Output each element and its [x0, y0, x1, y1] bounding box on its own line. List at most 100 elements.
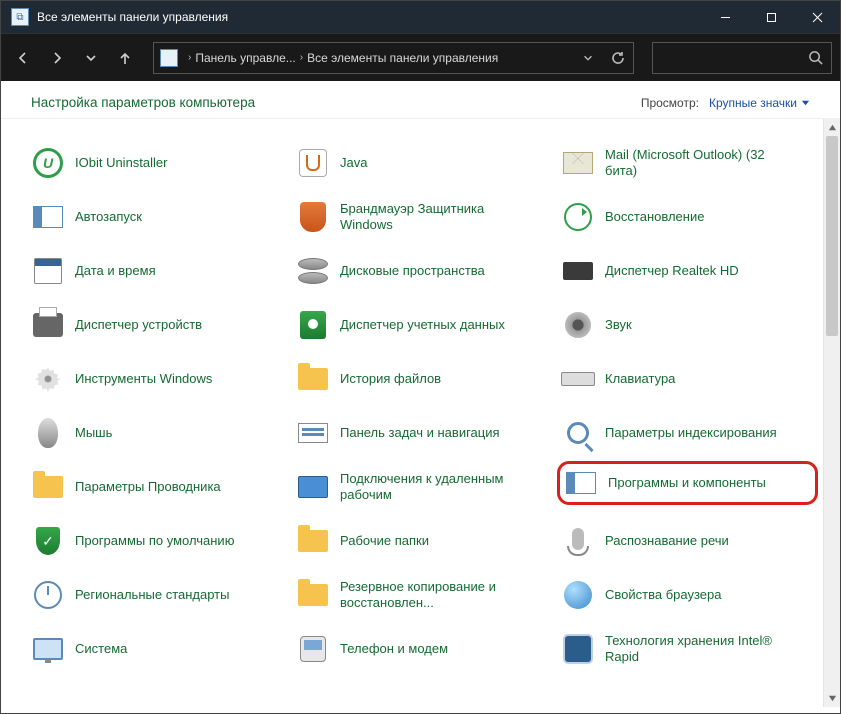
- address-dropdown[interactable]: [573, 43, 603, 73]
- recent-dropdown[interactable]: [77, 44, 105, 72]
- view-dropdown[interactable]: Крупные значки: [709, 96, 810, 110]
- control-panel-item[interactable]: Инструменты Windows: [31, 357, 280, 401]
- scroll-down-icon[interactable]: [824, 690, 840, 707]
- control-panel-item[interactable]: Восстановление: [561, 195, 810, 239]
- control-panel-item[interactable]: Панель задач и навигация: [296, 411, 545, 455]
- card-icon: [296, 416, 330, 450]
- iobit-icon: U: [31, 146, 65, 180]
- breadcrumb-seg-2[interactable]: Все элементы панели управления: [307, 51, 498, 65]
- view-value: Крупные значки: [709, 96, 797, 110]
- mail-icon: [561, 146, 595, 180]
- control-panel-item[interactable]: UIObit Uninstaller: [31, 141, 280, 185]
- folder-icon: [296, 362, 330, 396]
- item-label: Дата и время: [75, 263, 156, 279]
- phone-icon: [296, 632, 330, 666]
- content-header: Настройка параметров компьютера Просмотр…: [1, 81, 840, 119]
- control-panel-item[interactable]: Региональные стандарты: [31, 573, 280, 617]
- scroll-up-icon[interactable]: [824, 119, 840, 136]
- control-panel-item[interactable]: Автозапуск: [31, 195, 280, 239]
- item-label: Java: [340, 155, 367, 171]
- item-label: Инструменты Windows: [75, 371, 212, 387]
- control-panel-item[interactable]: Клавиатура: [561, 357, 810, 401]
- refresh-button[interactable]: [603, 43, 633, 73]
- control-panel-icon: ⧉: [11, 8, 29, 26]
- control-panel-item[interactable]: История файлов: [296, 357, 545, 401]
- control-panel-item[interactable]: Рабочие папки: [296, 519, 545, 563]
- item-label: Программы по умолчанию: [75, 533, 234, 549]
- item-label: Параметры индексирования: [605, 425, 777, 441]
- items-grid: UIObit Uninstaller Java Mail (Microsoft Ou…: [1, 119, 840, 681]
- green-icon: ✓: [31, 524, 65, 558]
- control-panel-item[interactable]: Дата и время: [31, 249, 280, 293]
- search-icon: [808, 50, 823, 65]
- scrollbar-thumb[interactable]: [826, 136, 838, 336]
- item-label: Панель задач и навигация: [340, 425, 500, 441]
- control-panel-item[interactable]: Программы и компоненты: [557, 461, 818, 505]
- search-input[interactable]: [652, 42, 832, 74]
- control-panel-item[interactable]: Диспетчер устройств: [31, 303, 280, 347]
- item-label: Технология хранения Intel® Rapid: [605, 633, 780, 666]
- item-label: Восстановление: [605, 209, 704, 225]
- globe-icon: [561, 578, 595, 612]
- mic-icon: [561, 524, 595, 558]
- item-label: Телефон и модем: [340, 641, 448, 657]
- page-title: Настройка параметров компьютера: [31, 95, 641, 110]
- control-panel-item[interactable]: Резервное копирование и восстановлен...: [296, 573, 545, 617]
- vertical-scrollbar[interactable]: [823, 119, 840, 707]
- item-label: Mail (Microsoft Outlook) (32 бита): [605, 147, 780, 180]
- control-panel-item[interactable]: Подключения к удаленным рабочим: [296, 465, 545, 509]
- control-panel-item[interactable]: Телефон и модем: [296, 627, 545, 671]
- control-panel-item[interactable]: Мышь: [31, 411, 280, 455]
- item-label: Диспетчер учетных данных: [340, 317, 505, 333]
- shield-icon: [296, 200, 330, 234]
- control-panel-item[interactable]: Диспетчер Realtek HD: [561, 249, 810, 293]
- minimize-button[interactable]: [702, 1, 748, 33]
- item-label: Мышь: [75, 425, 112, 441]
- breadcrumb-seg-1[interactable]: Панель управле...: [195, 51, 295, 65]
- back-button[interactable]: [9, 44, 37, 72]
- disks-icon: [296, 254, 330, 288]
- chevron-right-icon: ›: [300, 52, 303, 63]
- item-label: Дисковые пространства: [340, 263, 485, 279]
- maximize-button[interactable]: [748, 1, 794, 33]
- control-panel-item[interactable]: Java: [296, 141, 545, 185]
- titlebar: ⧉ Все элементы панели управления: [1, 1, 840, 33]
- monitor-icon: [31, 632, 65, 666]
- close-button[interactable]: [794, 1, 840, 33]
- java-icon: [296, 146, 330, 180]
- item-label: Система: [75, 641, 127, 657]
- folder-icon: [296, 578, 330, 612]
- panel-icon: [31, 200, 65, 234]
- item-label: Автозапуск: [75, 209, 142, 225]
- control-panel-item[interactable]: ✓ Программы по умолчанию: [31, 519, 280, 563]
- printer-icon: [31, 308, 65, 342]
- control-panel-item[interactable]: Звук: [561, 303, 810, 347]
- control-panel-item[interactable]: Распознавание речи: [561, 519, 810, 563]
- up-button[interactable]: [111, 44, 139, 72]
- item-label: История файлов: [340, 371, 441, 387]
- forward-button[interactable]: [43, 44, 71, 72]
- control-panel-item[interactable]: Mail (Microsoft Outlook) (32 бита): [561, 141, 810, 185]
- safe-icon: [296, 308, 330, 342]
- item-label: Параметры Проводника: [75, 479, 221, 495]
- recover-icon: [561, 200, 595, 234]
- desk-icon: [296, 470, 330, 504]
- address-bar[interactable]: › Панель управле... › Все элементы панел…: [153, 42, 634, 74]
- cal-icon: [31, 254, 65, 288]
- control-panel-item[interactable]: Диспетчер учетных данных: [296, 303, 545, 347]
- item-label: Свойства браузера: [605, 587, 721, 603]
- control-panel-item[interactable]: Дисковые пространства: [296, 249, 545, 293]
- keyb-icon: [561, 362, 595, 396]
- item-label: Клавиатура: [605, 371, 675, 387]
- folder-icon: [31, 470, 65, 504]
- control-panel-item[interactable]: Система: [31, 627, 280, 671]
- control-panel-item[interactable]: Технология хранения Intel® Rapid: [561, 627, 810, 671]
- control-panel-item[interactable]: Параметры Проводника: [31, 465, 280, 509]
- view-label: Просмотр:: [641, 96, 699, 110]
- control-panel-item[interactable]: Брандмауэр Защитника Windows: [296, 195, 545, 239]
- panel-icon: [564, 466, 598, 500]
- control-panel-item[interactable]: Параметры индексирования: [561, 411, 810, 455]
- control-panel-item[interactable]: Свойства браузера: [561, 573, 810, 617]
- item-label: Подключения к удаленным рабочим: [340, 471, 515, 504]
- item-label: Региональные стандарты: [75, 587, 229, 603]
